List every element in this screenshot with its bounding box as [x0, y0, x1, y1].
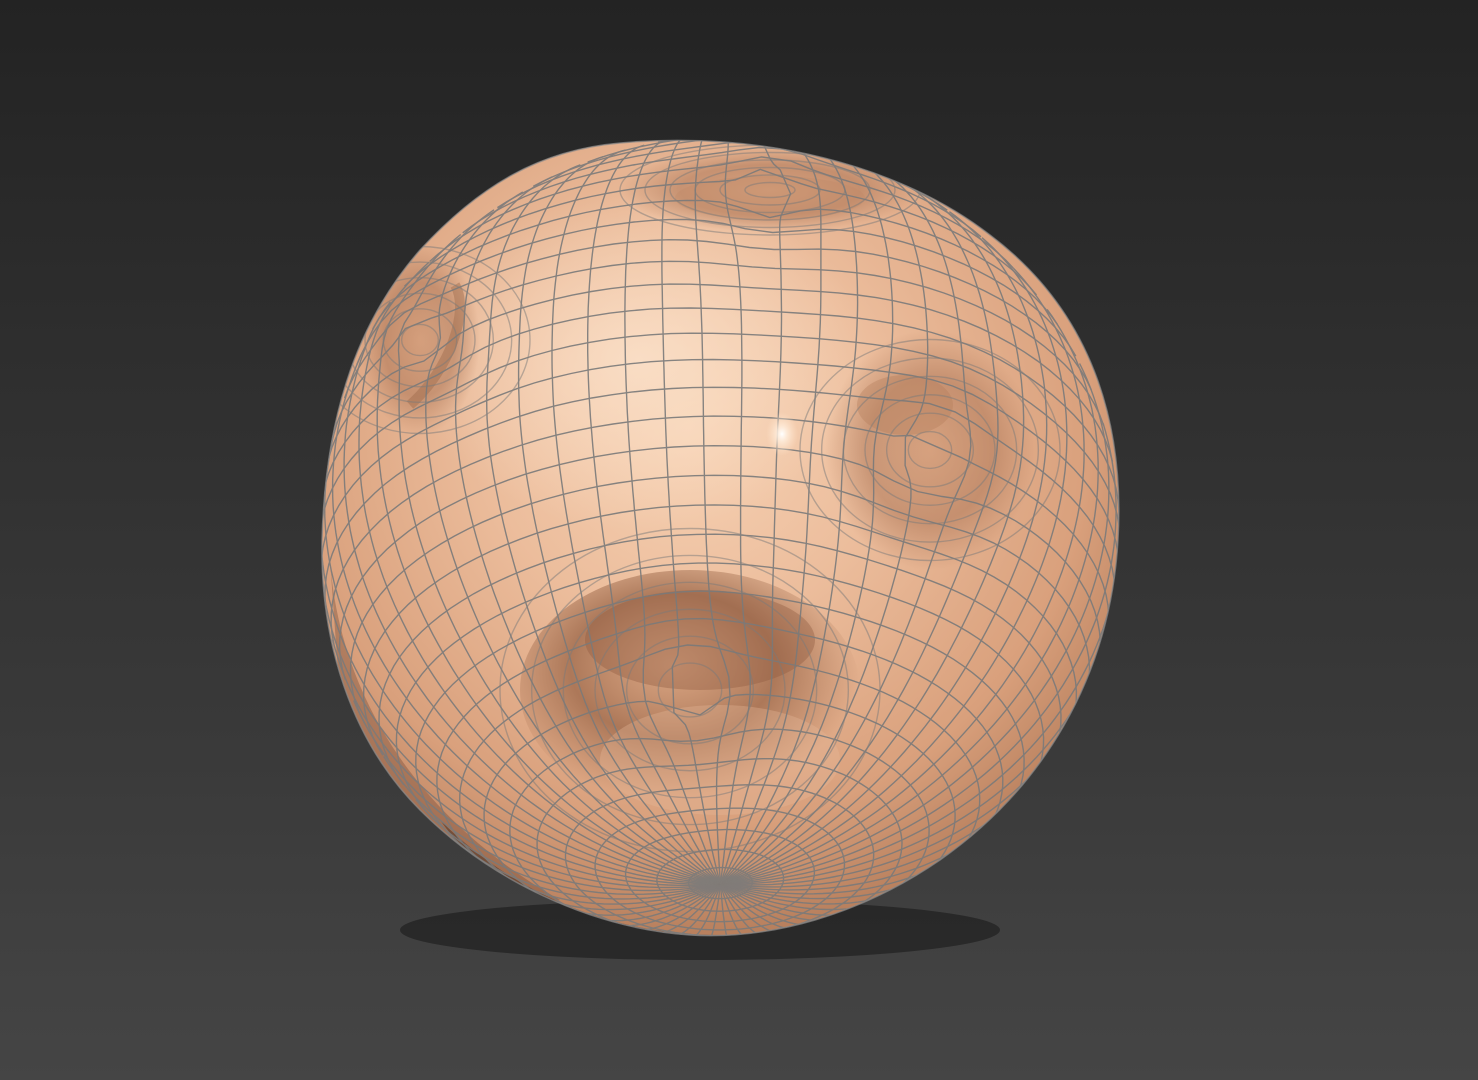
viewport-canvas	[310, 131, 1120, 960]
dent-right	[825, 330, 1035, 570]
specular-highlight	[766, 412, 798, 456]
3d-viewport[interactable]	[0, 0, 1478, 1080]
sphere-mesh[interactable]	[310, 131, 1120, 941]
